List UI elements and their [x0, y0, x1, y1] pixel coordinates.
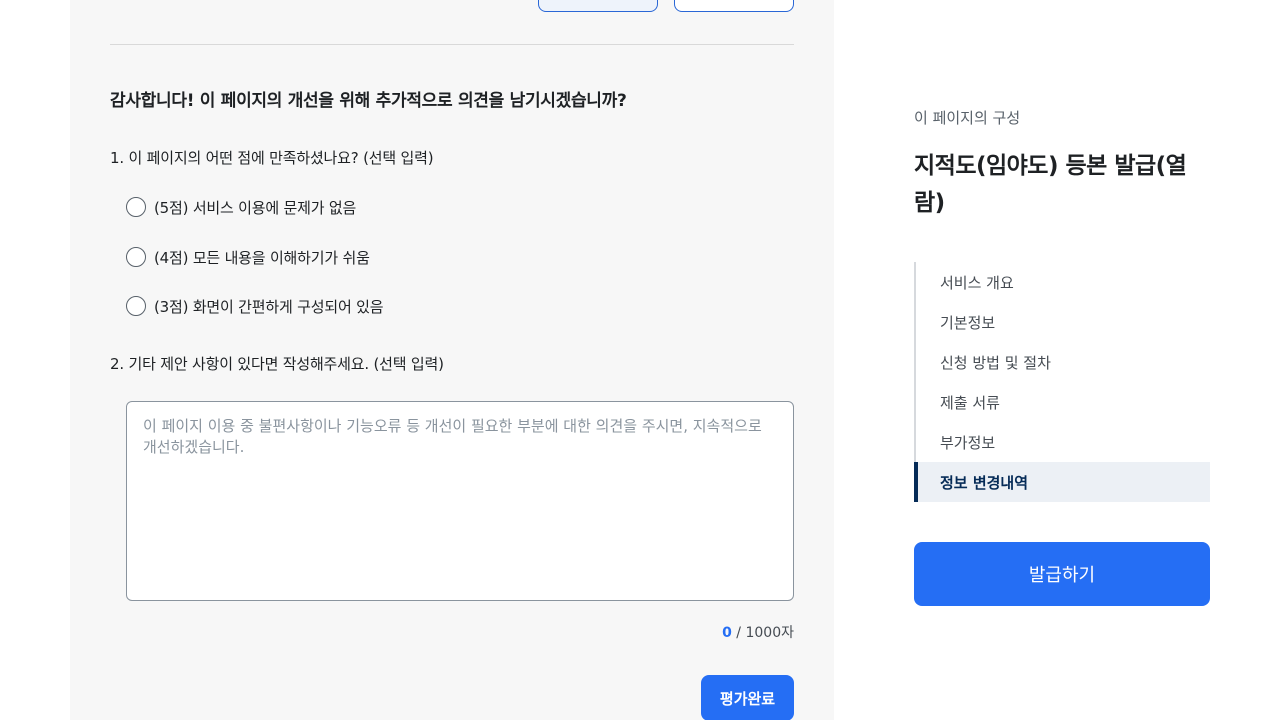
outline-caption: 이 페이지의 구성: [914, 109, 1021, 127]
option-label: (3점) 화면이 간편하게 구성되어 있음: [154, 297, 384, 316]
rating-option-5[interactable]: (5점) 서비스 이용에 문제가 없음: [126, 196, 356, 218]
option-label: (5점) 서비스 이용에 문제가 없음: [154, 198, 357, 217]
radio-button[interactable]: [126, 197, 146, 217]
option-label: (4점) 모든 내용을 이해하기가 쉬움: [154, 248, 370, 267]
feedback-title: 감사합니다! 이 페이지의 개선을 위해 추가적으로 의견을 남기시겠습니까?: [110, 91, 627, 111]
feedback-panel: 감사합니다! 이 페이지의 개선을 위해 추가적으로 의견을 남기시겠습니까? …: [70, 0, 834, 720]
char-limit: / 1000자: [731, 625, 794, 641]
char-count: 0: [722, 625, 732, 641]
comment-textarea[interactable]: [143, 416, 777, 586]
char-counter: 0 / 1000자: [722, 622, 794, 642]
top-button-right[interactable]: [674, 0, 794, 12]
comment-textarea-container: [126, 401, 794, 601]
issue-button[interactable]: 발급하기: [914, 542, 1210, 606]
page: 감사합니다! 이 페이지의 개선을 위해 추가적으로 의견을 남기시겠습니까? …: [0, 0, 1280, 720]
toc-item-application-method[interactable]: 신청 방법 및 절차: [916, 342, 1210, 382]
submit-rating-button[interactable]: 평가완료: [701, 675, 794, 720]
radio-button[interactable]: [126, 296, 146, 316]
top-button-left[interactable]: [538, 0, 658, 12]
toc-item-change-history[interactable]: 정보 변경내역: [914, 462, 1210, 502]
toc-item-documents[interactable]: 제출 서류: [916, 382, 1210, 422]
radio-button[interactable]: [126, 247, 146, 267]
rating-option-3[interactable]: (3점) 화면이 간편하게 구성되어 있음: [126, 295, 384, 317]
toc-item-service-overview[interactable]: 서비스 개요: [916, 262, 1210, 302]
toc-item-additional-info[interactable]: 부가정보: [916, 422, 1210, 462]
table-of-contents: 서비스 개요 기본정보 신청 방법 및 절차 제출 서류 부가정보 정보 변경내…: [914, 262, 1210, 502]
rating-option-4[interactable]: (4점) 모든 내용을 이해하기가 쉬움: [126, 246, 370, 268]
outline-title: 지적도(임야도) 등본 발급(열람): [914, 153, 1187, 216]
divider: [110, 44, 794, 45]
question-1-label: 1. 이 페이지의 어떤 점에 만족하셨나요? (선택 입력): [110, 149, 434, 167]
toc-item-basic-info[interactable]: 기본정보: [916, 302, 1210, 342]
question-2-label: 2. 기타 제안 사항이 있다면 작성해주세요. (선택 입력): [110, 355, 444, 373]
